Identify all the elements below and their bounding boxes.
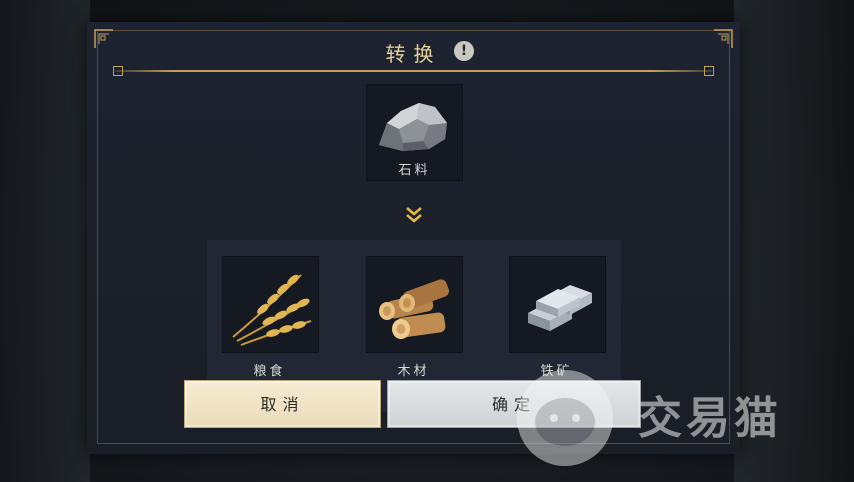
cancel-button[interactable]: 取消 xyxy=(184,380,381,428)
divider-cap xyxy=(704,66,714,76)
target-label-food: 粮食 xyxy=(253,364,286,379)
logs-icon xyxy=(379,279,450,339)
source-resource-label: 石料 xyxy=(398,163,431,178)
iron-ingot-icon xyxy=(528,285,592,331)
target-slot-food[interactable] xyxy=(222,256,319,353)
source-resource-slot[interactable]: 石料 xyxy=(366,84,463,181)
dialog-title: 转换 xyxy=(385,42,442,66)
divider-cap xyxy=(113,66,123,76)
target-slot-wood[interactable] xyxy=(366,256,463,353)
confirm-button[interactable]: 确定 xyxy=(387,380,641,428)
target-slot-iron[interactable] xyxy=(509,256,606,353)
background-right xyxy=(734,0,854,482)
target-label-iron: 铁矿 xyxy=(540,364,573,379)
stone-icon xyxy=(379,103,447,151)
double-chevron-down-icon xyxy=(406,207,422,223)
wheat-icon xyxy=(232,274,312,346)
info-icon[interactable]: ! xyxy=(454,41,474,61)
background-left xyxy=(0,0,90,482)
convert-dialog: 转换 ! 石料 粮食 木材 铁矿 取消 确定 xyxy=(87,22,740,454)
title-divider xyxy=(115,70,712,72)
target-label-wood: 木材 xyxy=(397,364,430,379)
